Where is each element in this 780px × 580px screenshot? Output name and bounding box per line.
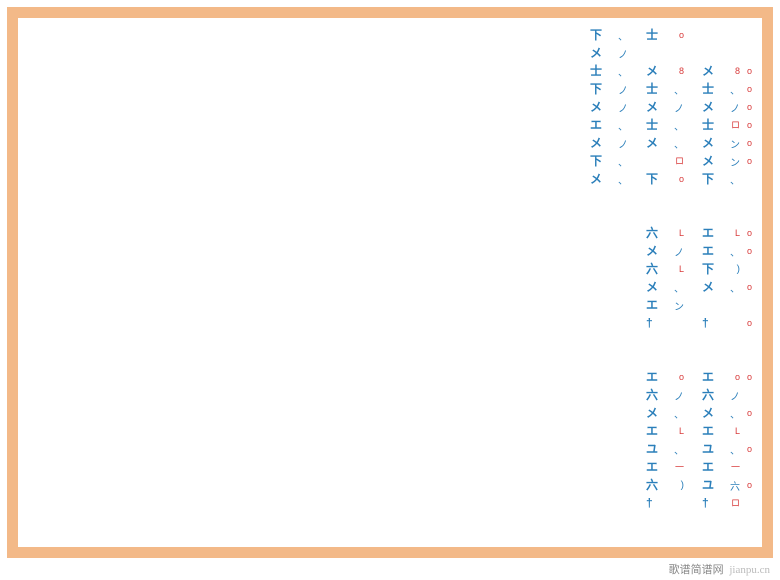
notation-cell: メ、 [588,170,630,188]
notation-cell: エ一 [644,458,686,476]
notation-cell: † [644,314,686,332]
notation-cell: 下、 [588,26,630,44]
notation-cell: 士、 [588,62,630,80]
notation-cell: †ロ [700,494,742,512]
notation-cell: 六ノ [644,386,686,404]
watermark: 歌谱简谱网 jianpu.cn [669,561,770,577]
notation-cell: メノo [700,98,742,116]
notation-cell: エ、o [700,242,742,260]
notation-cell: エoo [700,368,742,386]
notation-cell: 士、 [644,116,686,134]
notation-cell: メ、o [700,404,742,422]
notation-column-1: 下、メノ士、下ノメノエ、メノ下、メ、 [588,26,630,188]
notation-cell: メ8o [700,62,742,80]
notation-cell: メノ [588,44,630,62]
notation-cell: エLo [700,224,742,242]
notation-frame: 下、メノ士、下ノメノエ、メノ下、メ、 士oメ8士、メノ士、メ、ロ下o六Lメノ六L… [7,7,773,558]
notation-cell: 士ロo [700,116,742,134]
notation-cell: エ、 [588,116,630,134]
notation-cell: 下、 [588,152,630,170]
notation-cell: ロ [644,152,686,170]
notation-cell: メ、 [644,404,686,422]
notation-cell: メノ [644,98,686,116]
notation-cell: †o [700,314,742,332]
watermark-cn: 歌谱简谱网 [669,564,724,576]
notation-cell: メノ [644,242,686,260]
notation-cell: エL [644,422,686,440]
notation-cell: エ一 [700,458,742,476]
notation-cell: 六L [644,224,686,242]
notation-cell: メンo [700,134,742,152]
notation-cell: メンo [700,152,742,170]
notation-column-2: 士oメ8士、メノ士、メ、ロ下o六Lメノ六Lメ、エン†エo六ノメ、エLユ、エ一六)… [644,26,686,547]
notation-cell: メノ [588,134,630,152]
notation-cell: エo [644,368,686,386]
notation-cell: ユ、o [700,440,742,458]
notation-cell: 下、 [700,170,742,188]
notation-cell: エL [700,422,742,440]
watermark-en: jianpu.cn [729,564,770,576]
notation-cell: ユ、 [644,440,686,458]
notation-cell: 士、 [644,80,686,98]
notation-cell [700,296,742,314]
notation-cell: 下) [700,260,742,278]
notation-cell: 六) [644,476,686,494]
notation-column-3: メ8o士、oメノo士ロoメンoメンo下、エLoエ、o下)メ、o†oエoo六ノメ、… [700,26,742,547]
notation-cell: メ、o [700,278,742,296]
notation-cell: 士、o [700,80,742,98]
notation-cell: 六ノ [700,386,742,404]
notation-cell: メノ [588,98,630,116]
notation-cell: † [644,494,686,512]
notation-cell: 六L [644,260,686,278]
notation-cell: メ8 [644,62,686,80]
notation-cell: 士o [644,26,686,44]
notation-cell: ユ六o [700,476,742,494]
notation-cell: 下ノ [588,80,630,98]
notation-cell: メ、 [644,134,686,152]
notation-content: 下、メノ士、下ノメノエ、メノ下、メ、 士oメ8士、メノ士、メ、ロ下o六Lメノ六L… [18,18,762,547]
notation-cell: 下o [644,170,686,188]
notation-cell: メ、 [644,278,686,296]
notation-cell: エン [644,296,686,314]
